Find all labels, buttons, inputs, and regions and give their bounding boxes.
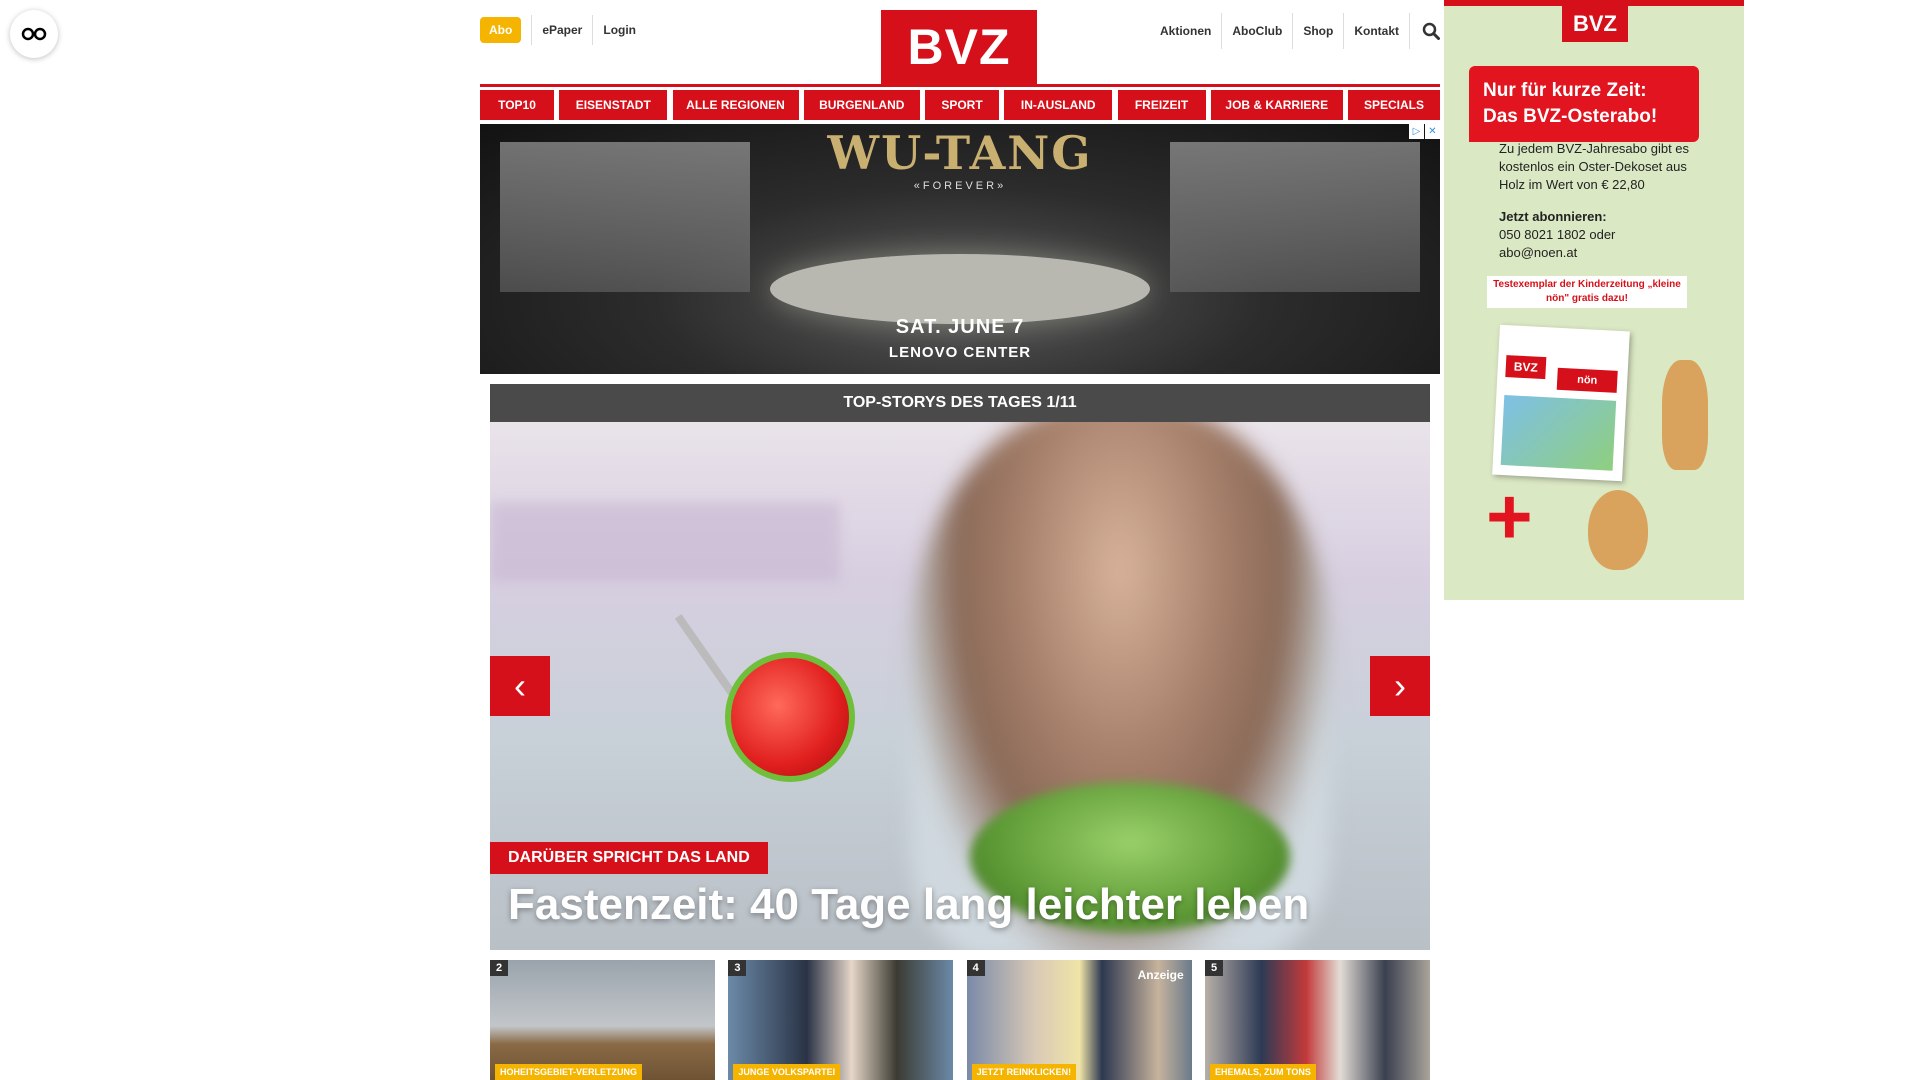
side-ad-magazine: BVZ nön: [1492, 324, 1630, 482]
hero-title[interactable]: Fastenzeit: 40 Tage lang leichter leben: [508, 880, 1309, 930]
header-divider: [480, 84, 1440, 87]
ad-date: SAT. JUNE 7: [895, 316, 1025, 338]
nav-item-job-karriere[interactable]: JOB & KARRIERE: [1210, 90, 1343, 120]
glasses-icon: [21, 27, 47, 41]
sidebar-ad[interactable]: BVZ Nur für kurze Zeit: Das BVZ-Osterabo…: [1444, 0, 1744, 600]
side-ad-logo: BVZ: [1562, 6, 1628, 42]
ad-subtitle: «FOREVER»: [913, 180, 1007, 192]
aktionen-link[interactable]: Aktionen: [1150, 13, 1223, 49]
side-ad-cta-title: Jetzt abonnieren:: [1499, 209, 1607, 224]
side-ad-magazine-image: [1500, 395, 1617, 471]
nav-item-eisenstadt[interactable]: EISENSTADT: [559, 90, 668, 120]
thumb-number: 2: [490, 960, 509, 976]
bunny-decoration: [1662, 360, 1708, 470]
thumb-tag: HOHEITSGEBIET-VERLETZUNG: [495, 1064, 643, 1080]
login-link[interactable]: Login: [592, 15, 646, 45]
header-right-links: Aktionen AboClub Shop Kontakt: [1150, 10, 1440, 52]
side-ad-headline-2: Das BVZ-Osterabo!: [1483, 106, 1658, 127]
nav-item-alle-regionen[interactable]: ALLE REGIONEN: [672, 90, 799, 120]
prev-slide-button[interactable]: ‹: [490, 656, 550, 716]
side-ad-body: Zu jedem BVZ-Jahresabo gibt es kostenlos…: [1499, 140, 1699, 262]
close-icon[interactable]: ✕: [1425, 124, 1440, 139]
chevron-right-icon: ›: [1394, 665, 1406, 706]
epaper-link[interactable]: ePaper: [531, 15, 592, 45]
accessibility-button[interactable]: [10, 10, 58, 58]
ad-title: WU-TANG: [827, 126, 1093, 180]
hero-kicker[interactable]: DARÜBER SPRICHT DAS LAND: [490, 842, 768, 874]
plus-icon: +: [1486, 472, 1533, 561]
main-nav: TOP10 EISENSTADT ALLE REGIONEN BURGENLAN…: [480, 90, 1440, 120]
kontakt-link[interactable]: Kontakt: [1344, 13, 1410, 49]
hero-story[interactable]: ‹ › DARÜBER SPRICHT DAS LAND Fastenzeit:…: [490, 422, 1430, 950]
thumb-ad-label: Anzeige: [1137, 968, 1184, 982]
story-thumb[interactable]: 5 EHEMALS, ZUM TONS: [1204, 960, 1430, 1080]
header-left-links: Abo ePaper Login: [480, 15, 646, 45]
nav-item-specials[interactable]: SPECIALS: [1348, 90, 1440, 120]
egg-decoration: [1588, 490, 1648, 570]
ad-venue: LENOVO CENTER: [888, 344, 1032, 361]
next-slide-button[interactable]: ›: [1370, 656, 1430, 716]
site-logo[interactable]: BVZ: [881, 10, 1037, 84]
side-ad-promo: Testexemplar der Kinderzeitung „kleine n…: [1487, 276, 1687, 308]
story-thumb[interactable]: 3 JUNGE VOLKSPARTEI: [728, 960, 954, 1080]
side-ad-headline: Nur für kurze Zeit: Das BVZ-Osterabo!: [1469, 66, 1699, 142]
search-button[interactable]: [1410, 22, 1440, 40]
story-thumbnails: 2 HOHEITSGEBIET-VERLETZUNG 3 JUNGE VOLKS…: [490, 960, 1430, 1080]
thumb-number: 3: [728, 960, 747, 976]
banner-ad[interactable]: WU-TANG «FOREVER» SAT. JUNE 7 LENOVO CEN…: [480, 124, 1440, 374]
story-thumb[interactable]: 4 Anzeige JETZT REINKLICKEN!: [966, 960, 1192, 1080]
hero-tomato: [725, 652, 855, 782]
adchoices-icon: ▷: [1409, 124, 1424, 139]
nav-item-sport[interactable]: SPORT: [925, 90, 999, 120]
chevron-left-icon: ‹: [514, 665, 526, 706]
side-ad-cta-email: abo@noen.at: [1499, 245, 1578, 260]
thumb-number: 4: [966, 960, 985, 976]
nav-item-burgenland[interactable]: BURGENLAND: [803, 90, 920, 120]
thumb-tag: EHEMALS, ZUM TONS: [1209, 1064, 1316, 1080]
hero-background: [490, 502, 840, 582]
thumb-tag: JETZT REINKLICKEN!: [971, 1064, 1077, 1080]
ad-round-table: [770, 254, 1150, 324]
adchoices-badge[interactable]: ▷ ✕: [1408, 124, 1440, 139]
abo-button[interactable]: Abo: [480, 17, 522, 43]
nav-item-top10[interactable]: TOP10: [480, 90, 554, 120]
side-ad-body-text: Zu jedem BVZ-Jahresabo gibt es kostenlos…: [1499, 141, 1690, 192]
side-ad-cta-phone: 050 8021 1802 oder: [1499, 227, 1616, 242]
top-stories-heading: TOP-STORYS DES TAGES 1/11: [490, 384, 1430, 422]
search-icon: [1422, 22, 1440, 40]
nav-item-freizeit[interactable]: FREIZEIT: [1117, 90, 1206, 120]
side-ad-headline-1: Nur für kurze Zeit:: [1483, 80, 1647, 101]
side-ad-kids-magazine-logo: nön: [1556, 367, 1618, 393]
thumb-tag: JUNGE VOLKSPARTEI: [733, 1064, 841, 1080]
thumb-number: 5: [1204, 960, 1224, 976]
site-header: Abo ePaper Login BVZ Aktionen AboClub Sh…: [480, 10, 1440, 84]
aboclub-link[interactable]: AboClub: [1222, 13, 1294, 49]
shop-link[interactable]: Shop: [1293, 13, 1345, 49]
story-thumb[interactable]: 2 HOHEITSGEBIET-VERLETZUNG: [490, 960, 715, 1080]
side-ad-magazine-logo: BVZ: [1505, 355, 1547, 380]
nav-item-in-ausland[interactable]: IN-AUSLAND: [1004, 90, 1113, 120]
